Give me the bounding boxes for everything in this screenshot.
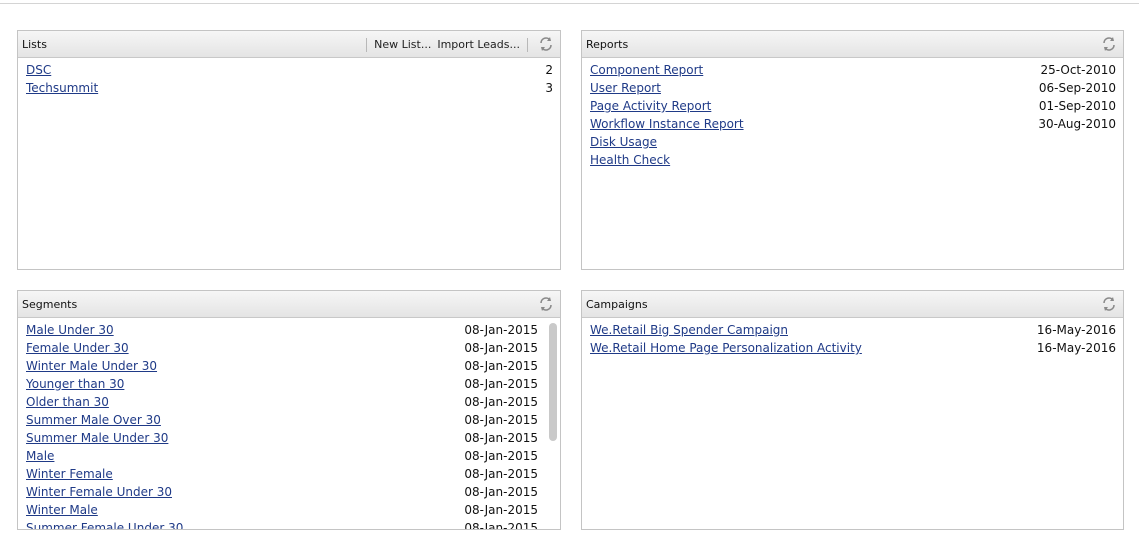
segment-link[interactable]: Female Under 30 bbox=[26, 341, 129, 355]
segment-date: 08-Jan-2015 bbox=[464, 377, 538, 391]
list-item: Disk Usage bbox=[590, 133, 1116, 151]
panel-title: Segments bbox=[22, 298, 78, 311]
campaigns-panel-header: Campaigns bbox=[582, 291, 1123, 318]
segment-date: 08-Jan-2015 bbox=[464, 503, 538, 517]
list-item: Summer Male Over 30 08-Jan-2015 bbox=[26, 411, 538, 429]
list-item: User Report 06-Sep-2010 bbox=[590, 79, 1116, 97]
new-list-button[interactable]: New List... bbox=[374, 38, 431, 51]
report-date: 25-Oct-2010 bbox=[1040, 63, 1116, 77]
top-divider bbox=[0, 3, 1139, 4]
segment-date: 08-Jan-2015 bbox=[464, 341, 538, 355]
list-item: Techsummit 3 bbox=[26, 79, 553, 97]
report-date: 01-Sep-2010 bbox=[1038, 99, 1116, 113]
list-item: Page Activity Report 01-Sep-2010 bbox=[590, 97, 1116, 115]
panel-title: Campaigns bbox=[586, 298, 648, 311]
segment-date: 08-Jan-2015 bbox=[464, 467, 538, 481]
list-item: Winter Female Under 30 08-Jan-2015 bbox=[26, 483, 538, 501]
campaigns-rows: We.Retail Big Spender Campaign 16-May-20… bbox=[582, 319, 1123, 529]
panel-title: Reports bbox=[586, 38, 629, 51]
reports-panel-header: Reports bbox=[582, 31, 1123, 58]
segment-date: 08-Jan-2015 bbox=[464, 521, 538, 530]
list-item: Summer Male Under 30 08-Jan-2015 bbox=[26, 429, 538, 447]
segment-link[interactable]: Younger than 30 bbox=[26, 377, 124, 391]
lists-actions: New List... Import Leads... bbox=[362, 31, 532, 58]
report-date: 06-Sep-2010 bbox=[1038, 81, 1116, 95]
report-link[interactable]: Component Report bbox=[590, 63, 703, 77]
panel-title: Lists bbox=[22, 38, 47, 51]
refresh-icon[interactable] bbox=[538, 36, 554, 52]
list-link-techsummit[interactable]: Techsummit bbox=[26, 81, 98, 95]
lists-panel: Lists New List... Import Leads... DSC 2 … bbox=[17, 30, 561, 270]
report-date: 30-Aug-2010 bbox=[1038, 117, 1116, 131]
segment-link[interactable]: Summer Male Over 30 bbox=[26, 413, 161, 427]
refresh-icon[interactable] bbox=[538, 296, 554, 312]
import-leads-button[interactable]: Import Leads... bbox=[437, 38, 520, 51]
segment-date: 08-Jan-2015 bbox=[464, 449, 538, 463]
campaign-date: 16-May-2016 bbox=[1036, 323, 1116, 337]
report-link[interactable]: Workflow Instance Report bbox=[590, 117, 744, 131]
segment-date: 08-Jan-2015 bbox=[464, 485, 538, 499]
list-item: Winter Male 08-Jan-2015 bbox=[26, 501, 538, 519]
segments-rows: Male Under 30 08-Jan-2015 Female Under 3… bbox=[18, 319, 560, 529]
segment-link[interactable]: Male bbox=[26, 449, 54, 463]
list-item: Workflow Instance Report 30-Aug-2010 bbox=[590, 115, 1116, 133]
list-item: Older than 30 08-Jan-2015 bbox=[26, 393, 538, 411]
list-item: Summer Female Under 30 08-Jan-2015 bbox=[26, 519, 538, 530]
list-count: 2 bbox=[545, 63, 553, 77]
list-item: We.Retail Big Spender Campaign 16-May-20… bbox=[590, 321, 1116, 339]
divider bbox=[366, 37, 368, 52]
segments-scrollbar[interactable] bbox=[549, 323, 557, 441]
list-item: Winter Male Under 30 08-Jan-2015 bbox=[26, 357, 538, 375]
list-item: Younger than 30 08-Jan-2015 bbox=[26, 375, 538, 393]
campaign-link[interactable]: We.Retail Big Spender Campaign bbox=[590, 323, 788, 337]
segments-panel: Segments Male Under 30 08-Jan-2015 Femal… bbox=[17, 290, 561, 530]
refresh-icon[interactable] bbox=[1101, 36, 1117, 52]
list-item: DSC 2 bbox=[26, 61, 553, 79]
report-link[interactable]: Page Activity Report bbox=[590, 99, 711, 113]
refresh-icon[interactable] bbox=[1101, 296, 1117, 312]
reports-panel: Reports Component Report 25-Oct-2010 Use… bbox=[581, 30, 1124, 270]
segments-panel-header: Segments bbox=[18, 291, 560, 318]
report-link[interactable]: Disk Usage bbox=[590, 135, 657, 149]
segment-link[interactable]: Winter Male bbox=[26, 503, 98, 517]
report-link[interactable]: User Report bbox=[590, 81, 661, 95]
list-item: Male 08-Jan-2015 bbox=[26, 447, 538, 465]
segment-link[interactable]: Older than 30 bbox=[26, 395, 109, 409]
segment-link[interactable]: Summer Male Under 30 bbox=[26, 431, 168, 445]
segment-date: 08-Jan-2015 bbox=[464, 323, 538, 337]
reports-rows: Component Report 25-Oct-2010 User Report… bbox=[582, 59, 1123, 269]
segment-link[interactable]: Male Under 30 bbox=[26, 323, 114, 337]
segment-date: 08-Jan-2015 bbox=[464, 431, 538, 445]
list-item: Winter Female 08-Jan-2015 bbox=[26, 465, 538, 483]
segment-link[interactable]: Winter Female bbox=[26, 467, 113, 481]
segment-date: 08-Jan-2015 bbox=[464, 395, 538, 409]
list-item: Male Under 30 08-Jan-2015 bbox=[26, 321, 538, 339]
report-link[interactable]: Health Check bbox=[590, 153, 670, 167]
list-item: Component Report 25-Oct-2010 bbox=[590, 61, 1116, 79]
list-item: We.Retail Home Page Personalization Acti… bbox=[590, 339, 1116, 357]
segment-link[interactable]: Summer Female Under 30 bbox=[26, 521, 183, 529]
segment-date: 08-Jan-2015 bbox=[464, 413, 538, 427]
campaign-date: 16-May-2016 bbox=[1036, 341, 1116, 355]
campaign-link[interactable]: We.Retail Home Page Personalization Acti… bbox=[590, 341, 862, 355]
lists-panel-header: Lists New List... Import Leads... bbox=[18, 31, 560, 58]
lists-rows: DSC 2 Techsummit 3 bbox=[18, 59, 560, 269]
segment-link[interactable]: Winter Male Under 30 bbox=[26, 359, 157, 373]
divider bbox=[527, 37, 528, 52]
campaigns-panel: Campaigns We.Retail Big Spender Campaign… bbox=[581, 290, 1124, 530]
segment-link[interactable]: Winter Female Under 30 bbox=[26, 485, 172, 499]
list-link-dsc[interactable]: DSC bbox=[26, 63, 51, 77]
list-item: Health Check bbox=[590, 151, 1116, 169]
list-item: Female Under 30 08-Jan-2015 bbox=[26, 339, 538, 357]
segment-date: 08-Jan-2015 bbox=[464, 359, 538, 373]
list-count: 3 bbox=[545, 81, 553, 95]
